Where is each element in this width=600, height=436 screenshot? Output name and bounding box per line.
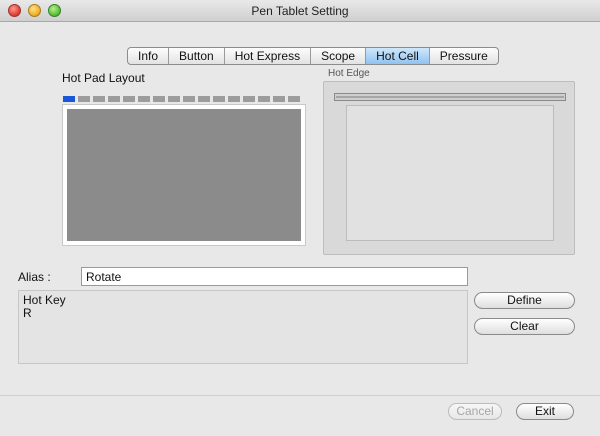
footer-divider xyxy=(0,395,600,396)
hot-cell-5[interactable] xyxy=(123,96,135,102)
hot-cell-13[interactable] xyxy=(243,96,255,102)
define-button[interactable]: Define xyxy=(474,292,575,309)
hot-edge-label: Hot Edge xyxy=(328,68,370,79)
hot-cell-9[interactable] xyxy=(183,96,195,102)
hot-edge-bar[interactable] xyxy=(334,93,566,101)
tab-scope[interactable]: Scope xyxy=(311,48,367,64)
hot-edge-panel xyxy=(323,81,575,255)
clear-button[interactable]: Clear xyxy=(474,318,575,335)
hot-cell-4[interactable] xyxy=(108,96,120,102)
exit-button[interactable]: Exit xyxy=(516,403,574,420)
tab-pressure[interactable]: Pressure xyxy=(430,48,498,64)
hot-cell-6[interactable] xyxy=(138,96,150,102)
tab-info[interactable]: Info xyxy=(128,48,170,64)
title-bar: Pen Tablet Setting xyxy=(0,0,600,22)
hot-cell-15[interactable] xyxy=(273,96,285,102)
hot-pad-surface[interactable] xyxy=(67,109,301,241)
hot-cell-selector xyxy=(63,96,300,102)
hot-key-value: R xyxy=(23,306,32,320)
alias-label: Alias : xyxy=(18,270,51,284)
hot-cell-12[interactable] xyxy=(228,96,240,102)
hot-key-box: Hot Key R xyxy=(18,290,468,364)
hot-cell-2[interactable] xyxy=(78,96,90,102)
hot-cell-14[interactable] xyxy=(258,96,270,102)
tab-hot-express[interactable]: Hot Express xyxy=(225,48,312,64)
hot-cell-1[interactable] xyxy=(63,96,75,102)
tab-hot-cell[interactable]: Hot Cell xyxy=(366,48,430,64)
tab-button[interactable]: Button xyxy=(169,48,225,64)
hot-pad-layout-label: Hot Pad Layout xyxy=(62,71,145,85)
tab-bar: Info Button Hot Express Scope Hot Cell P… xyxy=(127,47,499,65)
hot-cell-10[interactable] xyxy=(198,96,210,102)
hot-cell-16[interactable] xyxy=(288,96,300,102)
hot-pad-area[interactable] xyxy=(62,104,306,246)
hot-edge-area[interactable] xyxy=(346,105,554,241)
hot-key-label: Hot Key xyxy=(23,293,66,307)
cancel-button[interactable]: Cancel xyxy=(448,403,502,420)
alias-input[interactable] xyxy=(81,267,468,286)
window-title: Pen Tablet Setting xyxy=(251,4,349,18)
hot-cell-7[interactable] xyxy=(153,96,165,102)
hot-cell-11[interactable] xyxy=(213,96,225,102)
hot-cell-3[interactable] xyxy=(93,96,105,102)
hot-cell-8[interactable] xyxy=(168,96,180,102)
